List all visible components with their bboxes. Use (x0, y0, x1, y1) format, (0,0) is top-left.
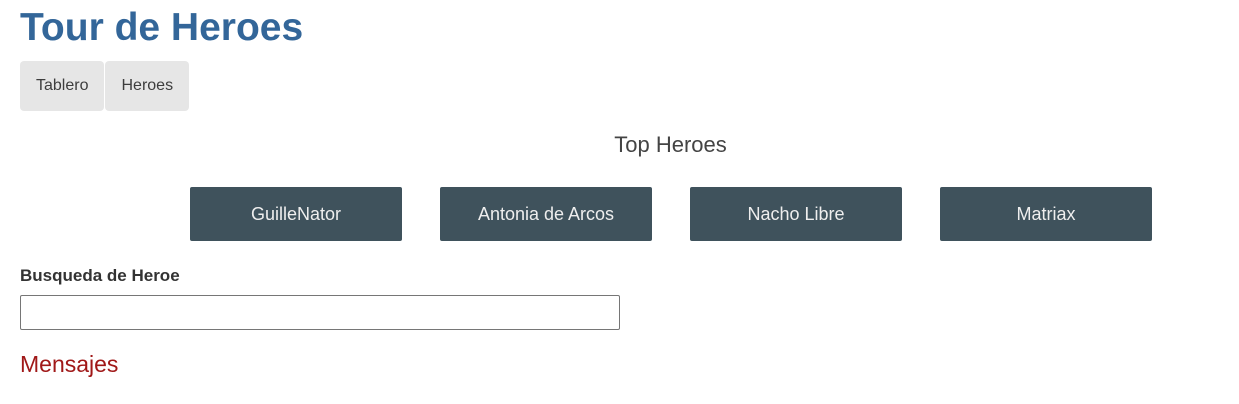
hero-search-input[interactable] (20, 295, 620, 330)
nav-link-heroes[interactable]: Heroes (105, 61, 190, 111)
hero-card[interactable]: Nacho Libre (690, 187, 902, 241)
messages-title: Mensajes (20, 351, 119, 377)
main-nav: Tablero Heroes (20, 61, 190, 111)
app-title: Tour de Heroes (20, 6, 304, 49)
top-heroes-title: Top Heroes (614, 132, 727, 157)
hero-search-label: Busqueda de Heroe (20, 266, 180, 285)
hero-card[interactable]: Matriax (940, 187, 1152, 241)
hero-card[interactable]: GuilleNator (190, 187, 402, 241)
hero-card[interactable]: Antonia de Arcos (440, 187, 652, 241)
nav-link-dashboard[interactable]: Tablero (20, 61, 105, 111)
app-root: Tour de Heroes Tablero Heroes Top Heroes… (0, 0, 1239, 404)
top-heroes-grid: GuilleNator Antonia de Arcos Nacho Libre… (190, 187, 1190, 241)
